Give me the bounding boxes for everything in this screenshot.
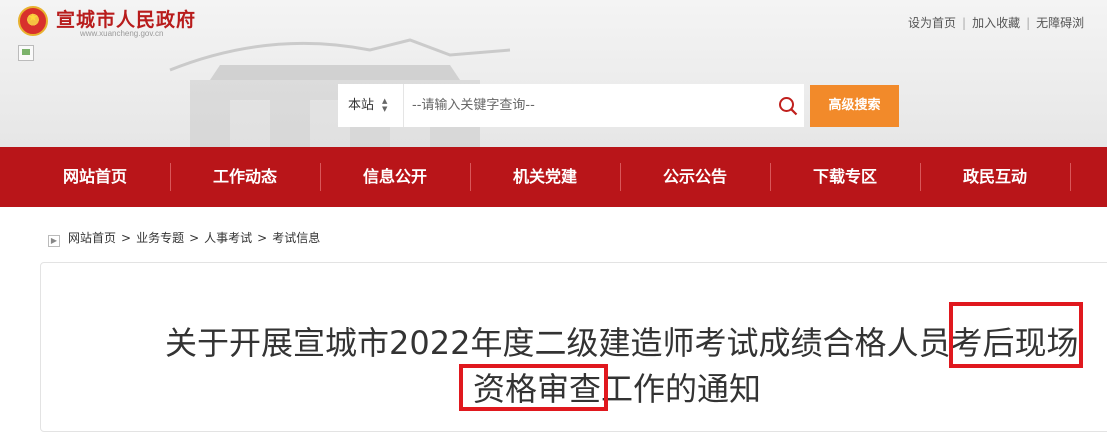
- nav-item-party-building[interactable]: 机关党建: [470, 147, 620, 207]
- main-nav: 网站首页 工作动态 信息公开 机关党建 公示公告 下载专区 政民互动: [0, 147, 1107, 207]
- nav-item-home[interactable]: 网站首页: [20, 147, 170, 207]
- highlight-box: [949, 302, 1083, 368]
- breadcrumb-separator: >: [189, 231, 200, 245]
- separator: |: [1026, 16, 1031, 30]
- search-input[interactable]: [412, 92, 762, 119]
- breadcrumb-separator: >: [257, 231, 268, 245]
- search-scope-select[interactable]: 本站 ▲ ▼: [338, 84, 404, 127]
- search-bar: 本站 ▲ ▼: [338, 84, 804, 127]
- nav-item-work-news[interactable]: 工作动态: [170, 147, 320, 207]
- highlight-box: [459, 364, 608, 411]
- separator: |: [962, 16, 967, 30]
- updown-arrows-icon: ▲ ▼: [382, 97, 388, 113]
- article-title-line1: 关于开展宣城市2022年度二级建造师考试成绩合格人员考后现场: [165, 324, 1079, 362]
- nav-item-interaction[interactable]: 政民互动: [920, 147, 1070, 207]
- chevron-right-icon: ▶: [48, 235, 60, 247]
- add-favorite-link[interactable]: 加入收藏: [972, 16, 1020, 30]
- breadcrumb-home[interactable]: 网站首页: [68, 231, 116, 245]
- advanced-search-button[interactable]: 高级搜索: [810, 85, 899, 127]
- nav-item-info-disclosure[interactable]: 信息公开: [320, 147, 470, 207]
- search-scope-label: 本站: [348, 98, 375, 113]
- top-links: 设为首页 | 加入收藏 | 无障碍浏: [908, 14, 1084, 31]
- breadcrumb: ▶ 网站首页 > 业务专题 > 人事考试 > 考试信息: [48, 229, 320, 247]
- broken-image-icon: [18, 45, 34, 61]
- breadcrumb-exam-info[interactable]: 考试信息: [272, 231, 320, 245]
- set-homepage-link[interactable]: 设为首页: [908, 16, 956, 30]
- site-title: 宣城市人民政府: [56, 9, 197, 31]
- breadcrumb-separator: >: [121, 231, 132, 245]
- national-emblem-icon: [18, 6, 48, 36]
- accessibility-link[interactable]: 无障碍浏: [1036, 16, 1084, 30]
- nav-item-downloads[interactable]: 下载专区: [770, 147, 920, 207]
- site-logo[interactable]: 宣城市人民政府 www.xuancheng.gov.cn: [18, 4, 218, 44]
- nav-divider: [1070, 163, 1071, 191]
- search-icon[interactable]: [778, 96, 798, 116]
- nav-item-announcements[interactable]: 公示公告: [620, 147, 770, 207]
- breadcrumb-personnel-exam[interactable]: 人事考试: [204, 231, 252, 245]
- site-url: www.xuancheng.gov.cn: [80, 29, 164, 38]
- breadcrumb-business-topics[interactable]: 业务专题: [136, 231, 184, 245]
